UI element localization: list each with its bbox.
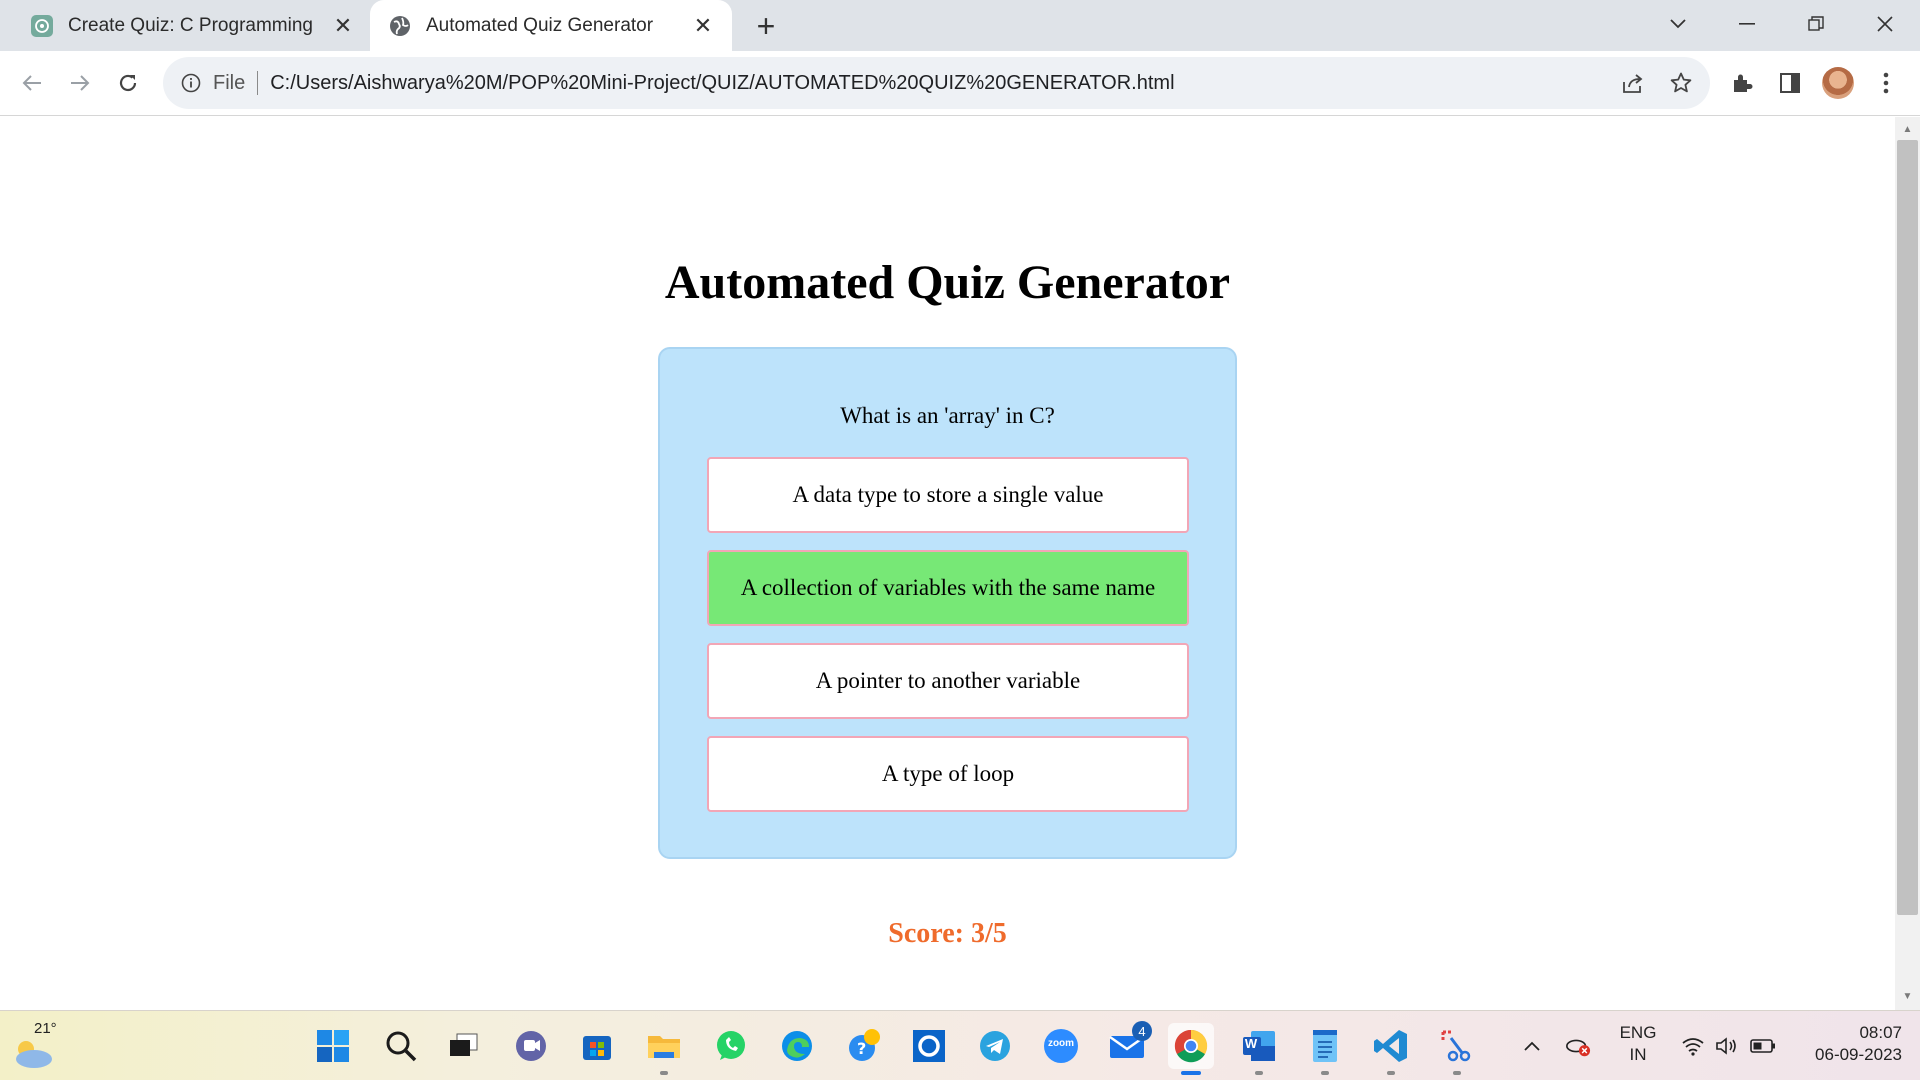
active-indicator xyxy=(1181,1071,1201,1075)
menu-kebab-icon[interactable] xyxy=(1867,64,1905,102)
task-view-icon[interactable] xyxy=(440,1023,486,1069)
cortana-icon[interactable] xyxy=(906,1023,952,1069)
scheme-label: File xyxy=(213,71,246,94)
reload-icon[interactable] xyxy=(108,63,148,103)
mail-badge: 4 xyxy=(1132,1021,1152,1041)
start-icon[interactable] xyxy=(310,1023,356,1069)
word-label: W xyxy=(1244,1036,1258,1051)
snipping-tool-icon[interactable] xyxy=(1434,1023,1480,1075)
tab-automated-quiz[interactable]: Automated Quiz Generator ✕ xyxy=(370,0,732,51)
running-indicator xyxy=(1387,1071,1395,1075)
language-code: ENG xyxy=(1619,1023,1657,1042)
bookmark-star-icon[interactable] xyxy=(1663,65,1699,101)
telegram-icon[interactable] xyxy=(972,1023,1018,1069)
vscode-icon[interactable] xyxy=(1368,1023,1414,1075)
address-bar[interactable]: File C:/Users/Aishwarya%20M/POP%20Mini-P… xyxy=(163,57,1710,109)
running-indicator xyxy=(1453,1071,1461,1075)
quiz-card: What is an 'array' in C? A data type to … xyxy=(658,347,1237,859)
onedrive-error-icon[interactable] xyxy=(1565,1033,1591,1059)
running-indicator xyxy=(1255,1071,1263,1075)
chatgpt-icon xyxy=(30,14,54,38)
file-explorer-icon[interactable] xyxy=(641,1023,687,1075)
minimize-icon[interactable] xyxy=(1724,6,1770,42)
language-indicator[interactable]: ENG IN xyxy=(1612,1022,1664,1066)
chrome-icon[interactable] xyxy=(1168,1023,1214,1075)
globe-icon xyxy=(388,14,412,38)
volume-icon[interactable] xyxy=(1714,1033,1740,1059)
profile-avatar[interactable] xyxy=(1819,64,1857,102)
taskbar: 21° ? zoom 4 W ENG IN 08:07 06-09-2023 xyxy=(0,1010,1920,1080)
restore-icon[interactable] xyxy=(1793,6,1839,42)
browser-toolbar: File C:/Users/Aishwarya%20M/POP%20Mini-P… xyxy=(0,51,1920,116)
cloud-icon xyxy=(16,1041,52,1068)
scroll-up-arrow-icon[interactable]: ▲ xyxy=(1897,119,1918,139)
avatar xyxy=(1822,67,1854,99)
address-divider xyxy=(257,71,259,95)
battery-icon[interactable] xyxy=(1750,1033,1776,1059)
chevron-up-icon[interactable] xyxy=(1519,1033,1545,1059)
help-icon[interactable]: ? xyxy=(841,1023,887,1069)
share-icon[interactable] xyxy=(1615,65,1651,101)
clock[interactable]: 08:07 06-09-2023 xyxy=(1796,1022,1902,1066)
back-icon[interactable] xyxy=(12,63,52,103)
weather-temperature: 21° xyxy=(34,1020,57,1037)
extensions-icon[interactable] xyxy=(1723,64,1761,102)
running-indicator xyxy=(660,1071,668,1075)
teams-chat-icon[interactable] xyxy=(508,1023,554,1069)
clock-time: 08:07 xyxy=(1859,1023,1902,1042)
option-button[interactable]: A type of loop xyxy=(707,736,1189,812)
site-info-icon[interactable] xyxy=(179,71,203,95)
option-button-correct[interactable]: A collection of variables with the same … xyxy=(707,550,1189,626)
whatsapp-icon[interactable] xyxy=(708,1023,754,1069)
question-text: What is an 'array' in C? xyxy=(840,403,1055,428)
edge-icon[interactable] xyxy=(774,1023,820,1069)
notepad-icon[interactable] xyxy=(1302,1023,1348,1075)
forward-icon[interactable] xyxy=(60,63,100,103)
search-icon[interactable] xyxy=(378,1023,424,1069)
close-window-icon[interactable] xyxy=(1862,6,1908,42)
page-title: Automated Quiz Generator xyxy=(664,256,1231,309)
url-text[interactable]: C:/Users/Aishwarya%20M/POP%20Mini-Projec… xyxy=(270,72,1174,95)
close-tab-icon[interactable]: ✕ xyxy=(688,11,718,41)
word-icon[interactable]: W xyxy=(1236,1023,1282,1075)
region-code: IN xyxy=(1629,1045,1647,1064)
scroll-down-arrow-icon[interactable]: ▼ xyxy=(1897,986,1918,1006)
tab-search-icon[interactable] xyxy=(1655,6,1701,42)
close-tab-icon[interactable]: ✕ xyxy=(328,11,358,41)
scrollbar-thumb[interactable] xyxy=(1897,140,1918,915)
score-display: Score: 3/5 xyxy=(888,918,1007,949)
weather-widget[interactable]: 21° xyxy=(10,1019,70,1075)
wifi-icon[interactable] xyxy=(1680,1033,1706,1059)
clock-date: 06-09-2023 xyxy=(1815,1045,1902,1064)
option-button[interactable]: A data type to store a single value xyxy=(707,457,1189,533)
microsoft-store-icon[interactable] xyxy=(574,1023,620,1069)
running-indicator xyxy=(1321,1071,1329,1075)
side-panel-icon[interactable] xyxy=(1771,64,1809,102)
mail-icon[interactable]: 4 xyxy=(1104,1021,1152,1069)
new-tab-button[interactable]: + xyxy=(748,8,784,44)
tab-strip: Create Quiz: C Programming ✕ Automated Q… xyxy=(0,0,1920,51)
svg-text:?: ? xyxy=(857,1039,866,1058)
tab-title: Automated Quiz Generator xyxy=(426,14,654,36)
tab-title: Create Quiz: C Programming xyxy=(68,14,313,36)
tab-create-quiz[interactable]: Create Quiz: C Programming ✕ xyxy=(12,0,372,51)
zoom-icon[interactable]: zoom xyxy=(1038,1023,1084,1069)
zoom-label: zoom xyxy=(1047,1038,1075,1049)
option-button[interactable]: A pointer to another variable xyxy=(707,643,1189,719)
